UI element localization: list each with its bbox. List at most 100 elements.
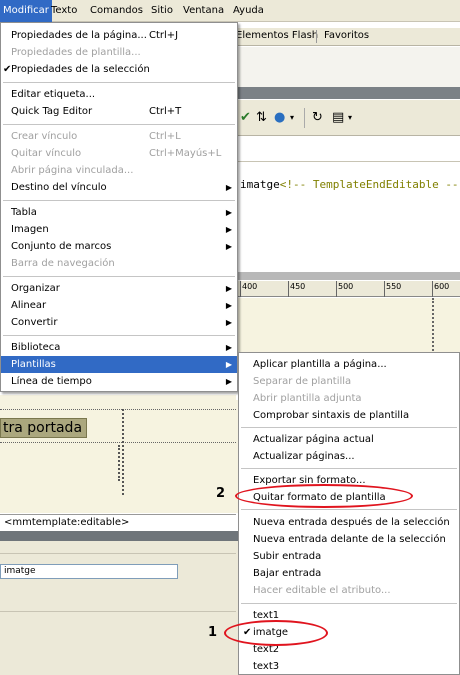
ruler-tick [432, 281, 433, 297]
menu-item-label: Barra de navegación [11, 258, 115, 269]
menu-item-shortcut: Ctrl+L [149, 131, 181, 142]
submenu-arrow-icon: ▶ [225, 343, 232, 352]
menu-bar: Modificar Texto Comandos Sitio Ventana A… [0, 0, 460, 22]
submenu-arrow-icon: ▶ [225, 360, 232, 369]
menu-item-edit-tag[interactable]: Editar etiqueta... [1, 86, 237, 103]
menu-item-move-entry-down[interactable]: Bajar entrada [239, 565, 459, 582]
menu-item-convert[interactable]: Convertir ▶ [1, 314, 237, 331]
menu-item-timeline[interactable]: Línea de tiempo ▶ [1, 373, 237, 390]
menu-separator [3, 124, 235, 125]
menu-item-arrange[interactable]: Organizar ▶ [1, 280, 237, 297]
menu-item-label: Quitar vínculo [11, 148, 82, 159]
menu-item-label: Actualizar páginas... [253, 451, 355, 462]
chevron-down-icon[interactable]: ▾ [348, 110, 352, 126]
menu-item-template-properties[interactable]: Propiedades de plantilla... [1, 44, 237, 61]
menu-item-image[interactable]: Imagen ▶ [1, 221, 237, 238]
menu-item-apply-template[interactable]: Aplicar plantilla a página... [239, 356, 459, 373]
menu-item-label: Abrir plantilla adjunta [253, 393, 362, 404]
tab-favorites[interactable]: Favoritos [324, 30, 369, 41]
menu-item-navigation-bar[interactable]: Barra de navegación [1, 255, 237, 272]
menu-item-label: Actualizar página actual [253, 434, 374, 445]
submenu-arrow-icon: ▶ [225, 225, 232, 234]
menu-item-shortcut: Ctrl+T [149, 106, 182, 117]
menu-modificar[interactable]: Modificar [0, 0, 52, 22]
menu-item-make-link[interactable]: Crear vínculo Ctrl+L [1, 128, 237, 145]
menu-item-label: Biblioteca [11, 342, 61, 353]
ruler-tick [384, 281, 385, 297]
menu-item-open-attached-template[interactable]: Abrir plantilla adjunta [239, 390, 459, 407]
menu-sitio[interactable]: Sitio [148, 0, 176, 22]
menu-separator [241, 427, 457, 428]
menu-item-label: Nueva entrada después de la selección [253, 517, 450, 528]
menu-item-table[interactable]: Tabla ▶ [1, 204, 237, 221]
menu-item-open-linked-page[interactable]: Abrir página vinculada... [1, 162, 237, 179]
menu-item-label: Crear vínculo [11, 131, 78, 142]
menu-item-label: Aplicar plantilla a página... [253, 359, 387, 370]
menu-item-label: Propiedades de la selección [11, 64, 150, 75]
menu-item-label: Convertir [11, 317, 58, 328]
code-comment: <!-- TemplateEndEditable -- [279, 178, 459, 191]
code-line[interactable]: imatge<!-- TemplateEndEditable -- [240, 178, 460, 194]
menu-item-label: Hacer editable el atributo... [253, 585, 391, 596]
refresh-icon[interactable]: ↻ [312, 110, 323, 126]
menu-item-frameset[interactable]: Conjunto de marcos ▶ [1, 238, 237, 255]
menu-item-quick-tag-editor[interactable]: Quick Tag Editor Ctrl+T [1, 103, 237, 120]
menu-comandos[interactable]: Comandos [87, 0, 146, 22]
ruler-label: 400 [242, 282, 258, 291]
menu-item-new-entry-after[interactable]: Nueva entrada después de la selección [239, 514, 459, 531]
menu-item-link-target[interactable]: Destino del vínculo ▶ [1, 179, 237, 196]
menu-item-remove-link[interactable]: Quitar vínculo Ctrl+Mayús+L [1, 145, 237, 162]
menu-ventana[interactable]: Ventana [180, 0, 227, 22]
submenu-arrow-icon: ▶ [225, 208, 232, 217]
globe-icon[interactable]: ● [274, 110, 285, 126]
menu-separator [3, 200, 235, 201]
toolbar-divider [304, 108, 305, 128]
menu-item-update-pages[interactable]: Actualizar páginas... [239, 448, 459, 465]
menu-item-detach-template[interactable]: Separar de plantilla [239, 373, 459, 390]
menu-item-label: Conjunto de marcos [11, 241, 112, 252]
menu-item-label: Nueva entrada delante de la selección [253, 534, 446, 545]
sort-icon[interactable]: ⇅ [256, 110, 267, 126]
menu-item-new-entry-before[interactable]: Nueva entrada delante de la selección [239, 531, 459, 548]
menu-item-label: text3 [253, 661, 280, 672]
menu-item-templates[interactable]: Plantillas ▶ [1, 356, 237, 373]
menu-separator [241, 468, 457, 469]
menu-separator [3, 82, 235, 83]
menu-item-region-text3[interactable]: text3 [239, 658, 459, 675]
ruler: 400 450 500 550 600 [236, 281, 460, 297]
divider [0, 611, 236, 612]
menu-item-library[interactable]: Biblioteca ▶ [1, 339, 237, 356]
menu-item-selection-properties[interactable]: ✔ Propiedades de la selección [1, 61, 237, 78]
tag-selector[interactable]: <mmtemplate:editable> [0, 514, 236, 530]
menu-item-label: Imagen [11, 224, 49, 235]
menu-item-align[interactable]: Alinear ▶ [1, 297, 237, 314]
annotation-number-1: 1 [208, 625, 218, 640]
design-view-lower[interactable] [0, 395, 236, 513]
property-name-field[interactable]: imatge [0, 564, 178, 579]
menu-ayuda[interactable]: Ayuda [230, 0, 267, 22]
menu-item-label: Bajar entrada [253, 568, 322, 579]
menu-item-label: Propiedades de plantilla... [11, 47, 141, 58]
menu-item-check-template-syntax[interactable]: Comprobar sintaxis de plantilla [239, 407, 459, 424]
menu-item-label: Plantillas [11, 359, 56, 370]
menu-item-label: Abrir página vinculada... [11, 165, 134, 176]
table-border [432, 298, 434, 354]
view-options-icon[interactable]: ▤ [332, 110, 344, 126]
menu-item-move-entry-up[interactable]: Subir entrada [239, 548, 459, 565]
editable-region-text[interactable]: tra portada [0, 418, 87, 438]
document-title-strip [236, 87, 460, 99]
ruler-tick [240, 281, 241, 297]
submenu-arrow-icon: ▶ [225, 284, 232, 293]
menu-item-label: Alinear [11, 300, 47, 311]
menu-item-update-current-page[interactable]: Actualizar página actual [239, 431, 459, 448]
menu-texto[interactable]: Texto [48, 0, 80, 22]
menu-item-make-attribute-editable[interactable]: Hacer editable el atributo... [239, 582, 459, 599]
check-icon[interactable]: ✔ [240, 110, 251, 126]
design-view[interactable] [236, 298, 460, 354]
tab-flash-elements[interactable]: Elementos Flash [236, 30, 318, 41]
menu-item-label: Separar de plantilla [253, 376, 352, 387]
submenu-arrow-icon: ▶ [225, 318, 232, 327]
chevron-down-icon[interactable]: ▾ [290, 110, 294, 126]
menu-item-page-properties[interactable]: Propiedades de la página... Ctrl+J [1, 27, 237, 44]
menu-item-label: Tabla [11, 207, 37, 218]
